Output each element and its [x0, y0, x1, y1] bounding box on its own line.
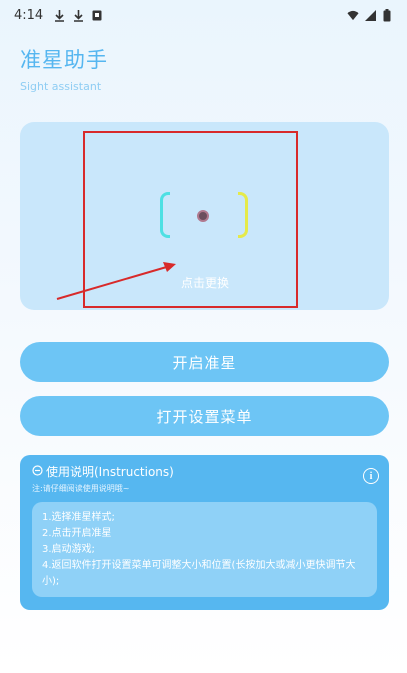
change-crosshair-label[interactable]: 点击更换: [160, 274, 250, 291]
crosshair-right-bracket: [238, 192, 248, 238]
status-time: 4:14: [14, 7, 44, 23]
list-item: 4.返回软件打开设置菜单可调整大小和位置(长按加大或减小更快调节大小);: [42, 560, 356, 587]
crosshair-left-bracket: [160, 192, 170, 238]
page-title: 准星助手: [20, 48, 108, 72]
enable-crosshair-button[interactable]: 开启准星: [20, 342, 389, 382]
header: 准星助手 Sight assistant: [20, 44, 108, 93]
open-settings-menu-button[interactable]: 打开设置菜单: [20, 396, 389, 436]
list-item: 3.启动游戏;: [42, 544, 95, 555]
list-item: 2.点击开启准星: [42, 528, 112, 539]
wifi-icon: [347, 8, 359, 22]
clock-icon: [32, 464, 43, 479]
status-bar: 4:14: [0, 0, 407, 30]
download-icon: [53, 8, 65, 22]
battery-icon: [381, 8, 393, 22]
notification-icon: [91, 8, 103, 22]
info-icon[interactable]: i: [363, 468, 379, 484]
crosshair-center-dot: [197, 210, 209, 222]
signal-icon: [364, 8, 376, 22]
instructions-header: 使用说明(Instructions) 注:请仔细阅读使用说明哦~: [32, 463, 174, 494]
download-icon: [72, 8, 84, 22]
instructions-note: 注:请仔细阅读使用说明哦~: [32, 484, 130, 493]
page-subtitle: Sight assistant: [20, 80, 102, 93]
instructions-panel: 使用说明(Instructions) 注:请仔细阅读使用说明哦~ i 1.选择准…: [20, 455, 389, 610]
instructions-steps: 1.选择准星样式; 2.点击开启准星 3.启动游戏; 4.返回软件打开设置菜单可…: [32, 502, 377, 597]
instructions-title: 使用说明(Instructions): [46, 465, 174, 479]
list-item: 1.选择准星样式;: [42, 512, 115, 523]
